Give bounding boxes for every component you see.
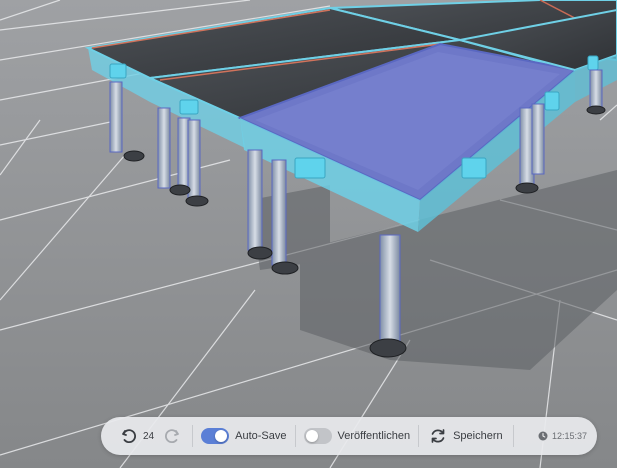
autosave-label: Auto-Save <box>235 430 287 442</box>
clock-icon <box>538 431 548 441</box>
undo-button[interactable] <box>117 424 141 448</box>
toolbar-divider <box>418 425 420 447</box>
undo-count: 24 <box>143 430 155 442</box>
toolbar-divider <box>192 425 194 447</box>
last-saved-time: 12:15:37 <box>538 431 587 441</box>
toolbar-divider <box>512 425 514 447</box>
3d-viewport[interactable] <box>0 0 617 468</box>
publish-toggle[interactable] <box>303 428 332 444</box>
editor-toolbar: 24 Auto-Save Veröffentlichen Speichern 1… <box>101 417 597 455</box>
redo-icon <box>165 429 180 444</box>
redo-button[interactable] <box>160 424 184 448</box>
time-label: 12:15:37 <box>551 431 587 441</box>
toolbar-divider <box>294 425 296 447</box>
refresh-icon <box>431 429 445 443</box>
save-button[interactable]: Speichern <box>427 427 505 445</box>
history-group: 24 <box>117 424 184 448</box>
autosave-control[interactable]: Auto-Save <box>201 428 287 444</box>
undo-icon <box>122 429 136 444</box>
autosave-toggle[interactable] <box>201 428 230 444</box>
publish-label: Veröffentlichen <box>337 430 411 442</box>
save-label: Speichern <box>453 430 503 442</box>
publish-control[interactable]: Veröffentlichen <box>303 428 411 444</box>
